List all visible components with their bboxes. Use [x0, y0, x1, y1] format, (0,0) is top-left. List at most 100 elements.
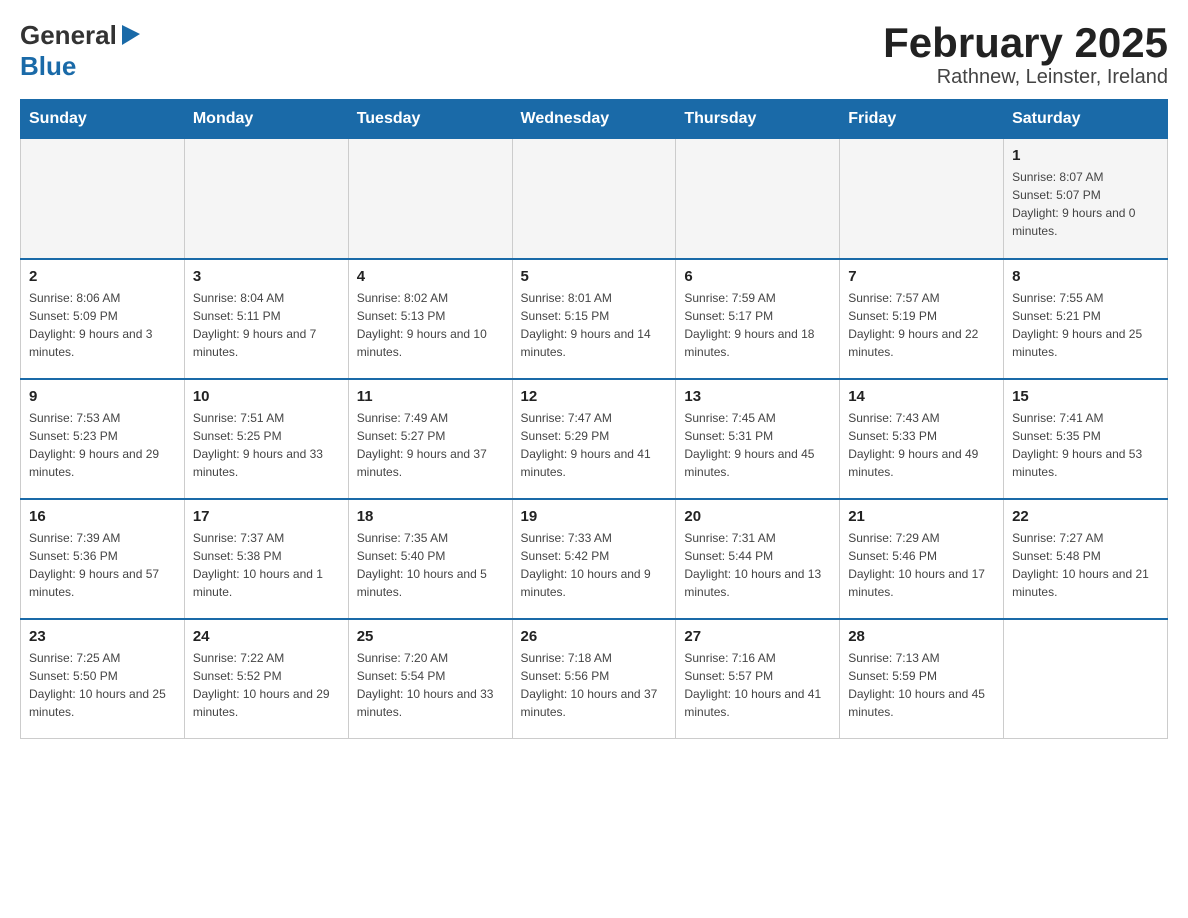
table-row: 17 Sunrise: 7:37 AMSunset: 5:38 PMDaylig… [184, 499, 348, 619]
table-row [512, 139, 676, 259]
logo-arrow-icon [120, 23, 142, 50]
day-number: 7 [848, 268, 995, 285]
table-row: 10 Sunrise: 7:51 AMSunset: 5:25 PMDaylig… [184, 379, 348, 499]
table-row: 25 Sunrise: 7:20 AMSunset: 5:54 PMDaylig… [348, 619, 512, 739]
day-info: Sunrise: 7:59 AMSunset: 5:17 PMDaylight:… [684, 289, 831, 361]
calendar-table: Sunday Monday Tuesday Wednesday Thursday… [20, 99, 1168, 739]
logo: General Blue [20, 20, 142, 82]
day-number: 20 [684, 508, 831, 525]
weekday-header-row: Sunday Monday Tuesday Wednesday Thursday… [21, 100, 1168, 139]
day-info: Sunrise: 7:55 AMSunset: 5:21 PMDaylight:… [1012, 289, 1159, 361]
table-row: 9 Sunrise: 7:53 AMSunset: 5:23 PMDayligh… [21, 379, 185, 499]
day-info: Sunrise: 7:53 AMSunset: 5:23 PMDaylight:… [29, 409, 176, 481]
day-info: Sunrise: 7:25 AMSunset: 5:50 PMDaylight:… [29, 649, 176, 721]
day-number: 12 [521, 388, 668, 405]
day-info: Sunrise: 7:49 AMSunset: 5:27 PMDaylight:… [357, 409, 504, 481]
day-info: Sunrise: 7:45 AMSunset: 5:31 PMDaylight:… [684, 409, 831, 481]
day-number: 6 [684, 268, 831, 285]
day-number: 24 [193, 628, 340, 645]
day-number: 26 [521, 628, 668, 645]
logo-general-text: General [20, 20, 117, 51]
day-info: Sunrise: 7:16 AMSunset: 5:57 PMDaylight:… [684, 649, 831, 721]
day-info: Sunrise: 7:20 AMSunset: 5:54 PMDaylight:… [357, 649, 504, 721]
header-monday: Monday [184, 100, 348, 139]
table-row [21, 139, 185, 259]
day-number: 25 [357, 628, 504, 645]
table-row: 19 Sunrise: 7:33 AMSunset: 5:42 PMDaylig… [512, 499, 676, 619]
day-info: Sunrise: 7:35 AMSunset: 5:40 PMDaylight:… [357, 529, 504, 601]
day-number: 17 [193, 508, 340, 525]
day-info: Sunrise: 8:06 AMSunset: 5:09 PMDaylight:… [29, 289, 176, 361]
header-wednesday: Wednesday [512, 100, 676, 139]
week-row-3: 9 Sunrise: 7:53 AMSunset: 5:23 PMDayligh… [21, 379, 1168, 499]
day-number: 10 [193, 388, 340, 405]
table-row: 15 Sunrise: 7:41 AMSunset: 5:35 PMDaylig… [1004, 379, 1168, 499]
day-number: 9 [29, 388, 176, 405]
day-info: Sunrise: 7:33 AMSunset: 5:42 PMDaylight:… [521, 529, 668, 601]
day-number: 2 [29, 268, 176, 285]
table-row: 5 Sunrise: 8:01 AMSunset: 5:15 PMDayligh… [512, 259, 676, 379]
table-row [676, 139, 840, 259]
day-info: Sunrise: 7:31 AMSunset: 5:44 PMDaylight:… [684, 529, 831, 601]
table-row: 6 Sunrise: 7:59 AMSunset: 5:17 PMDayligh… [676, 259, 840, 379]
table-row: 27 Sunrise: 7:16 AMSunset: 5:57 PMDaylig… [676, 619, 840, 739]
table-row: 1 Sunrise: 8:07 AMSunset: 5:07 PMDayligh… [1004, 139, 1168, 259]
week-row-5: 23 Sunrise: 7:25 AMSunset: 5:50 PMDaylig… [21, 619, 1168, 739]
table-row: 13 Sunrise: 7:45 AMSunset: 5:31 PMDaylig… [676, 379, 840, 499]
table-row [348, 139, 512, 259]
day-number: 4 [357, 268, 504, 285]
table-row: 12 Sunrise: 7:47 AMSunset: 5:29 PMDaylig… [512, 379, 676, 499]
table-row: 8 Sunrise: 7:55 AMSunset: 5:21 PMDayligh… [1004, 259, 1168, 379]
week-row-1: 1 Sunrise: 8:07 AMSunset: 5:07 PMDayligh… [21, 139, 1168, 259]
logo-bottom-row: Blue [20, 51, 76, 82]
calendar-title: February 2025 [883, 20, 1168, 66]
header-saturday: Saturday [1004, 100, 1168, 139]
table-row: 16 Sunrise: 7:39 AMSunset: 5:36 PMDaylig… [21, 499, 185, 619]
day-number: 28 [848, 628, 995, 645]
day-info: Sunrise: 7:41 AMSunset: 5:35 PMDaylight:… [1012, 409, 1159, 481]
table-row [840, 139, 1004, 259]
day-info: Sunrise: 7:43 AMSunset: 5:33 PMDaylight:… [848, 409, 995, 481]
day-info: Sunrise: 7:51 AMSunset: 5:25 PMDaylight:… [193, 409, 340, 481]
table-row: 18 Sunrise: 7:35 AMSunset: 5:40 PMDaylig… [348, 499, 512, 619]
day-info: Sunrise: 7:13 AMSunset: 5:59 PMDaylight:… [848, 649, 995, 721]
day-info: Sunrise: 7:47 AMSunset: 5:29 PMDaylight:… [521, 409, 668, 481]
header-friday: Friday [840, 100, 1004, 139]
day-number: 27 [684, 628, 831, 645]
day-info: Sunrise: 7:39 AMSunset: 5:36 PMDaylight:… [29, 529, 176, 601]
day-number: 3 [193, 268, 340, 285]
header-thursday: Thursday [676, 100, 840, 139]
day-number: 19 [521, 508, 668, 525]
table-row: 7 Sunrise: 7:57 AMSunset: 5:19 PMDayligh… [840, 259, 1004, 379]
table-row: 11 Sunrise: 7:49 AMSunset: 5:27 PMDaylig… [348, 379, 512, 499]
day-info: Sunrise: 8:04 AMSunset: 5:11 PMDaylight:… [193, 289, 340, 361]
day-info: Sunrise: 8:07 AMSunset: 5:07 PMDaylight:… [1012, 168, 1159, 240]
day-info: Sunrise: 7:57 AMSunset: 5:19 PMDaylight:… [848, 289, 995, 361]
day-number: 5 [521, 268, 668, 285]
day-info: Sunrise: 7:27 AMSunset: 5:48 PMDaylight:… [1012, 529, 1159, 601]
table-row: 24 Sunrise: 7:22 AMSunset: 5:52 PMDaylig… [184, 619, 348, 739]
day-number: 16 [29, 508, 176, 525]
table-row: 3 Sunrise: 8:04 AMSunset: 5:11 PMDayligh… [184, 259, 348, 379]
week-row-2: 2 Sunrise: 8:06 AMSunset: 5:09 PMDayligh… [21, 259, 1168, 379]
day-info: Sunrise: 7:37 AMSunset: 5:38 PMDaylight:… [193, 529, 340, 601]
day-number: 8 [1012, 268, 1159, 285]
day-number: 22 [1012, 508, 1159, 525]
day-info: Sunrise: 7:29 AMSunset: 5:46 PMDaylight:… [848, 529, 995, 601]
day-number: 18 [357, 508, 504, 525]
logo-top-row: General [20, 20, 142, 51]
table-row: 2 Sunrise: 8:06 AMSunset: 5:09 PMDayligh… [21, 259, 185, 379]
table-row: 21 Sunrise: 7:29 AMSunset: 5:46 PMDaylig… [840, 499, 1004, 619]
table-row: 26 Sunrise: 7:18 AMSunset: 5:56 PMDaylig… [512, 619, 676, 739]
day-info: Sunrise: 8:02 AMSunset: 5:13 PMDaylight:… [357, 289, 504, 361]
day-number: 21 [848, 508, 995, 525]
calendar-subtitle: Rathnew, Leinster, Ireland [883, 66, 1168, 89]
header-sunday: Sunday [21, 100, 185, 139]
title-section: February 2025 Rathnew, Leinster, Ireland [883, 20, 1168, 89]
table-row: 23 Sunrise: 7:25 AMSunset: 5:50 PMDaylig… [21, 619, 185, 739]
table-row [184, 139, 348, 259]
day-number: 1 [1012, 147, 1159, 164]
logo-blue-text: Blue [20, 51, 76, 81]
page-header: General Blue February 2025 Rathnew, Lein… [20, 20, 1168, 89]
table-row [1004, 619, 1168, 739]
